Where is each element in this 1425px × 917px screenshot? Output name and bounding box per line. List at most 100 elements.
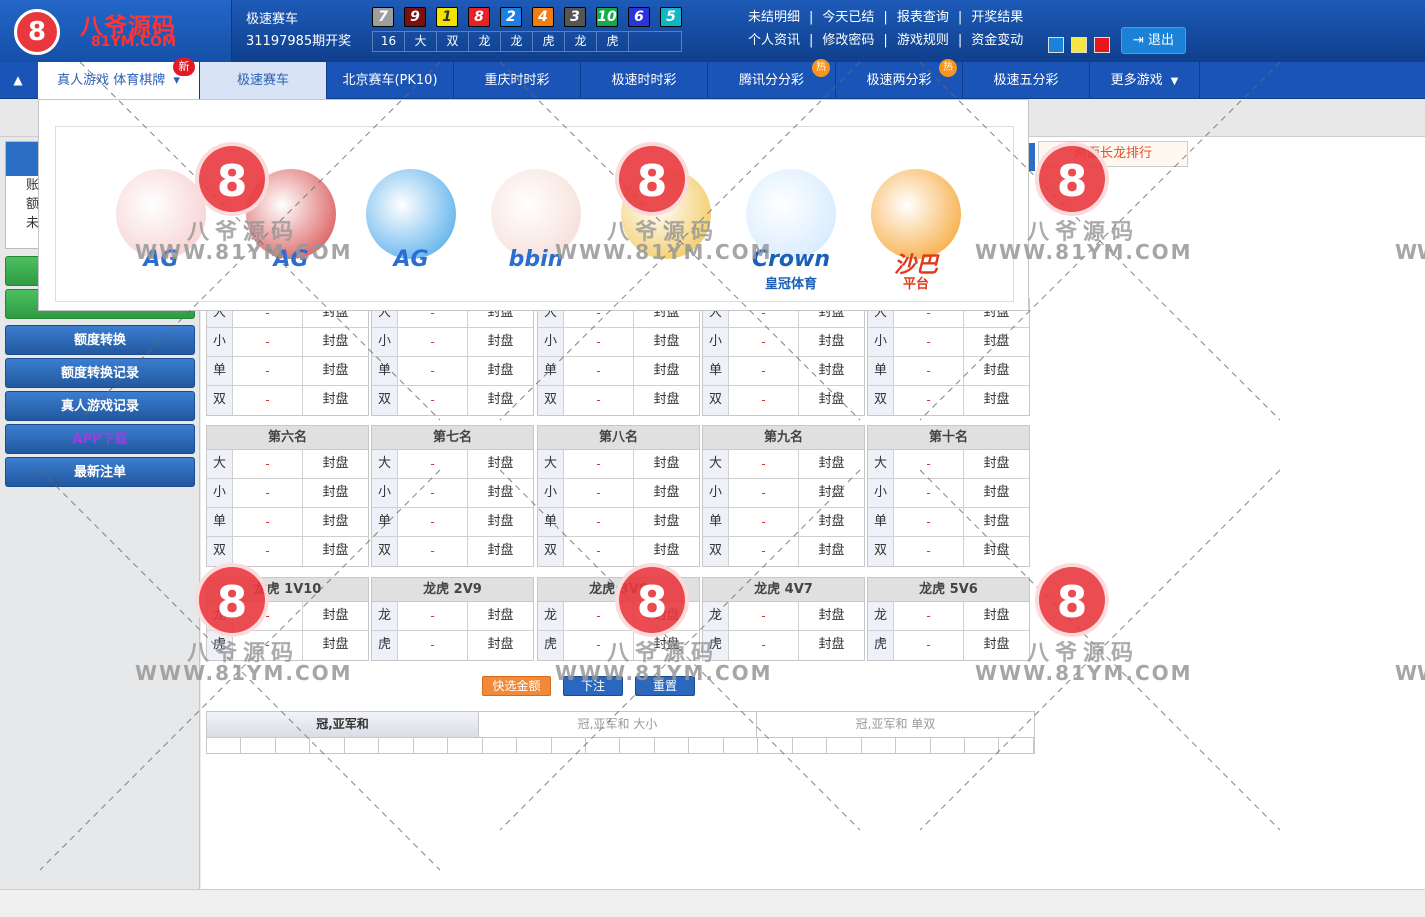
top-link[interactable]: 报表查询 bbox=[897, 10, 949, 25]
bet-row[interactable]: 单 - 封盘 bbox=[703, 508, 864, 537]
bet-row[interactable]: 小 - 封盘 bbox=[372, 479, 533, 508]
bet-row[interactable]: 龙 - 封盘 bbox=[372, 602, 533, 631]
bet-row[interactable]: 单 - 封盘 bbox=[207, 508, 368, 537]
top-link[interactable]: 游戏规则 bbox=[897, 33, 949, 48]
bet-row[interactable]: 单 - 封盘 bbox=[207, 357, 368, 386]
bet-row[interactable]: 虎 - 封盘 bbox=[372, 631, 533, 660]
bet-row[interactable]: 小 - 封盘 bbox=[703, 479, 864, 508]
collapse-up-icon[interactable]: ▲ bbox=[0, 62, 36, 99]
bet-row[interactable]: 大 - 封盘 bbox=[703, 450, 864, 479]
bet-row[interactable]: 双 - 封盘 bbox=[372, 537, 533, 566]
tab-game[interactable]: 腾讯分分彩热 bbox=[708, 59, 836, 99]
tab-game[interactable]: 极速五分彩 bbox=[963, 62, 1090, 99]
stats-tab-sum-size[interactable]: 冠,亚军和 大小 bbox=[479, 712, 757, 737]
side-button-app-download[interactable]: APP下载 bbox=[5, 424, 195, 454]
bet-row[interactable]: 单 - 封盘 bbox=[538, 508, 699, 537]
bet-row[interactable]: 双 - 封盘 bbox=[372, 386, 533, 415]
bet-option-label: 双 bbox=[538, 537, 564, 566]
bet-row[interactable]: 小 - 封盘 bbox=[207, 479, 368, 508]
bet-row[interactable]: 虎 - 封盘 bbox=[868, 631, 1029, 660]
bet-row[interactable]: 双 - 封盘 bbox=[207, 386, 368, 415]
bet-option-label: 双 bbox=[372, 386, 398, 415]
place-bet-button[interactable]: 下注 bbox=[563, 676, 623, 696]
game-label: AG bbox=[393, 247, 429, 272]
stats-tab-sum[interactable]: 冠,亚军和 bbox=[207, 712, 479, 737]
live-game-tile[interactable]: AG bbox=[236, 169, 346, 279]
bet-row[interactable]: 虎 - 封盘 bbox=[207, 631, 368, 660]
bet-row[interactable]: 单 - 封盘 bbox=[372, 508, 533, 537]
bet-row[interactable]: 大 - 封盘 bbox=[538, 450, 699, 479]
tab-game[interactable]: 北京赛车(PK10) bbox=[327, 62, 454, 99]
tab-game[interactable]: 极速两分彩热 bbox=[836, 59, 963, 99]
bet-row[interactable]: 龙 - 封盘 bbox=[703, 602, 864, 631]
bet-row[interactable]: 双 - 封盘 bbox=[868, 537, 1029, 566]
tab-game[interactable]: 极速赛车 bbox=[200, 62, 327, 99]
tab-game[interactable]: 更多游戏 ▼ bbox=[1090, 62, 1200, 99]
side-button-transfer[interactable]: 额度转换 bbox=[5, 325, 195, 355]
side-button-transfer-log[interactable]: 额度转换记录 bbox=[5, 358, 195, 388]
live-game-tile[interactable] bbox=[611, 169, 721, 279]
result-ball: 10 bbox=[596, 7, 618, 27]
bet-row[interactable]: 单 - 封盘 bbox=[703, 357, 864, 386]
bet-row[interactable]: 双 - 封盘 bbox=[703, 537, 864, 566]
draw-info: 极速赛车 31197985期开奖 bbox=[246, 9, 351, 53]
bet-row[interactable]: 小 - 封盘 bbox=[538, 479, 699, 508]
bet-row[interactable]: 双 - 封盘 bbox=[538, 537, 699, 566]
bet-row[interactable]: 小 - 封盘 bbox=[538, 328, 699, 357]
game-art-icon bbox=[621, 169, 711, 259]
side-button-latest-bets[interactable]: 最新注单 bbox=[5, 457, 195, 487]
quick-amount-button[interactable]: 快选金额 bbox=[482, 676, 551, 696]
bet-row[interactable]: 大 - 封盘 bbox=[372, 450, 533, 479]
bet-row[interactable]: 小 - 封盘 bbox=[207, 328, 368, 357]
live-game-tile[interactable]: Crown 皇冠体育 bbox=[736, 169, 846, 292]
bet-row[interactable]: 小 - 封盘 bbox=[372, 328, 533, 357]
tab-live-sports[interactable]: 真人游戏 体育棋牌 ▾ 新 bbox=[38, 58, 200, 99]
stats-tab-sum-oddeven[interactable]: 冠,亚军和 单双 bbox=[757, 712, 1034, 737]
bet-row[interactable]: 单 - 封盘 bbox=[868, 508, 1029, 537]
live-game-tile[interactable]: 沙巴 平台 bbox=[861, 169, 971, 292]
top-link[interactable]: 开奖结果 bbox=[971, 10, 1023, 25]
top-link[interactable]: 资金变动 bbox=[971, 33, 1023, 48]
bet-row[interactable]: 单 - 封盘 bbox=[372, 357, 533, 386]
bet-row[interactable]: 双 - 封盘 bbox=[868, 386, 1029, 415]
bet-row[interactable]: 大 - 封盘 bbox=[868, 450, 1029, 479]
bet-row[interactable]: 小 - 封盘 bbox=[868, 479, 1029, 508]
tab-game[interactable]: 极速时时彩 bbox=[581, 62, 708, 99]
long-dragon-ranking[interactable]: 两面长龙排行 bbox=[1038, 141, 1188, 167]
bet-row[interactable]: 大 - 封盘 bbox=[207, 450, 368, 479]
reset-button[interactable]: 重置 bbox=[635, 676, 695, 696]
logout-button[interactable]: ⇥ 退出 bbox=[1121, 27, 1186, 54]
bet-row[interactable]: 龙 - 封盘 bbox=[538, 602, 699, 631]
bet-row[interactable]: 双 - 封盘 bbox=[207, 537, 368, 566]
bet-row[interactable]: 单 - 封盘 bbox=[538, 357, 699, 386]
theme-color-red[interactable] bbox=[1094, 37, 1110, 53]
bet-row[interactable]: 单 - 封盘 bbox=[868, 357, 1029, 386]
bet-row[interactable]: 虎 - 封盘 bbox=[703, 631, 864, 660]
top-link[interactable]: 今天已结 bbox=[822, 10, 874, 25]
bet-row[interactable]: 小 - 封盘 bbox=[703, 328, 864, 357]
side-button-live-records[interactable]: 真人游戏记录 bbox=[5, 391, 195, 421]
bet-group: 第九名大 - 封盘小 - 封盘单 - 封盘双 - 封盘 bbox=[702, 425, 865, 567]
tab-game[interactable]: 重庆时时彩 bbox=[454, 62, 581, 99]
bet-row[interactable]: 虎 - 封盘 bbox=[538, 631, 699, 660]
live-game-tile[interactable]: bbin bbox=[481, 169, 591, 279]
theme-color-yellow[interactable] bbox=[1071, 37, 1087, 53]
bet-row[interactable]: 小 - 封盘 bbox=[868, 328, 1029, 357]
bet-option-label: 龙 bbox=[207, 602, 233, 630]
bet-option-label: 单 bbox=[868, 508, 894, 536]
bet-row[interactable]: 龙 - 封盘 bbox=[868, 602, 1029, 631]
stats-cell bbox=[517, 738, 552, 753]
bet-row[interactable]: 双 - 封盘 bbox=[703, 386, 864, 415]
stats-cell bbox=[965, 738, 1000, 753]
bet-option-label: 龙 bbox=[372, 602, 398, 630]
live-game-tile[interactable]: AG bbox=[106, 169, 216, 279]
live-game-tile[interactable]: AG bbox=[356, 169, 466, 279]
bet-row[interactable]: 双 - 封盘 bbox=[538, 386, 699, 415]
bet-odds: - bbox=[233, 631, 303, 660]
theme-color-blue[interactable] bbox=[1048, 37, 1064, 53]
top-link[interactable]: 修改密码 bbox=[822, 33, 874, 48]
top-link[interactable]: 个人资讯 bbox=[748, 33, 800, 48]
top-link[interactable]: 未结明细 bbox=[748, 10, 800, 25]
bet-status: 封盘 bbox=[818, 363, 845, 378]
bet-row[interactable]: 龙 - 封盘 bbox=[207, 602, 368, 631]
